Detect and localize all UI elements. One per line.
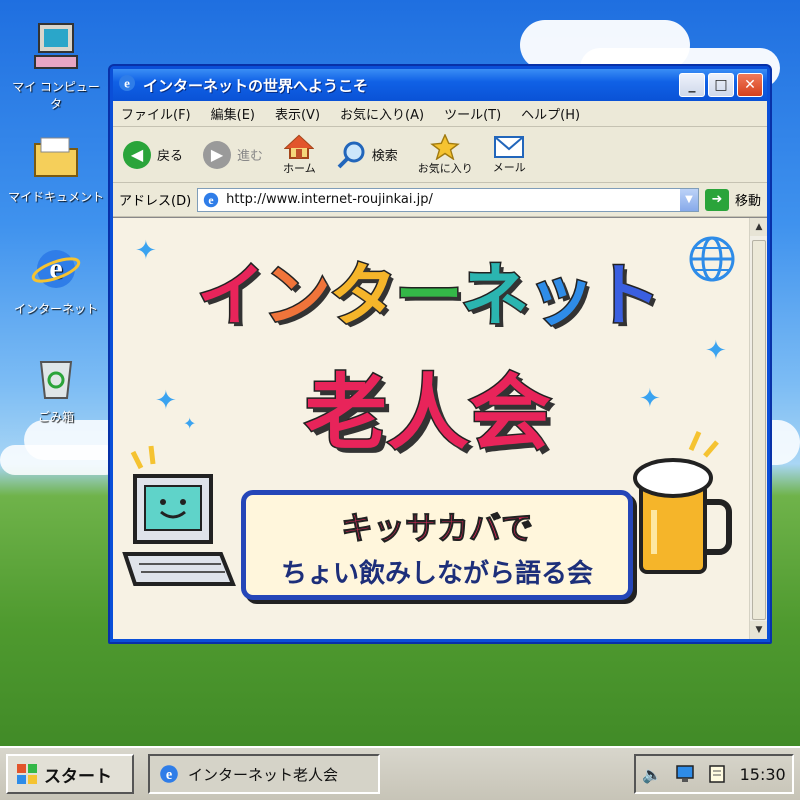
address-label: アドレス(D) (119, 194, 192, 209)
chevron-down-icon[interactable]: ▼ (679, 188, 698, 211)
headline-char: ー (393, 256, 464, 338)
headline-char: ト (592, 256, 663, 338)
go-button-label[interactable]: 移動 (735, 190, 761, 209)
forward-button[interactable]: ▶ 進む (203, 140, 263, 169)
headline-char: タ (327, 256, 398, 338)
menu-file[interactable]: ファイル(F) (121, 104, 191, 123)
start-button[interactable]: スタート (6, 754, 134, 794)
scroll-up-icon[interactable]: ▲ (750, 218, 767, 236)
window-title: インターネットの世界へようこそ (143, 76, 369, 95)
mail-button[interactable]: メール (493, 135, 526, 175)
taskbar-item-internet-roujinkai[interactable]: e インターネット老人会 (148, 754, 380, 794)
internet-explorer-icon: e (160, 765, 178, 783)
internet-explorer-icon: e (31, 244, 81, 294)
search-icon (337, 141, 365, 168)
go-arrow-icon[interactable]: ➜ (704, 188, 729, 211)
folder-icon (31, 132, 81, 182)
banner-line1: キッサカバで (340, 509, 533, 548)
address-url: http://www.internet-roujinkai.jp/ (226, 192, 433, 207)
computer-icon (31, 22, 81, 72)
title-bar[interactable]: e インターネットの世界へようこそ _ □ ✕ (113, 69, 767, 101)
desktop-icon-label: ごみ箱 (37, 410, 74, 424)
menu-bar: ファイル(F) 編集(E) 表示(V) お気に入り(A) ツール(T) ヘルプ(… (113, 101, 767, 127)
windows-logo-icon (17, 764, 37, 784)
browser-window: e インターネットの世界へようこそ _ □ ✕ ファイル(F) 編集(E) 表示… (108, 64, 772, 644)
system-tray: 🔈 15:30 (634, 754, 794, 794)
toolbar: ◀ 戻る ▶ 進む ホーム 検索 お気に入り メール (113, 127, 767, 183)
menu-favorites[interactable]: お気に入り(A) (340, 104, 424, 123)
recycle-bin-icon (31, 352, 81, 402)
menu-edit[interactable]: 編集(E) (211, 104, 255, 123)
taskbar: スタート e インターネット老人会 🔈 15:30 (0, 746, 800, 800)
scroll-down-icon[interactable]: ▼ (750, 621, 767, 639)
address-bar: アドレス(D) e http://www.internet-roujinkai.… (113, 183, 767, 217)
desktop-icon-label: マイドキュメント (8, 190, 105, 204)
mail-icon (494, 135, 525, 158)
headline-char: ン (261, 256, 332, 338)
page-content: ✦ ✦ ✦ ✦ ✦ インターネット 老人会 キッサカバで ちょい飲みしながら語る… (113, 217, 767, 639)
headline-char: イ (195, 256, 266, 338)
clock: 15:30 (739, 764, 786, 784)
menu-view[interactable]: 表示(V) (275, 104, 320, 123)
desktop-icon-my-documents[interactable]: マイドキュメント (8, 132, 104, 205)
home-button[interactable]: ホーム (283, 134, 316, 176)
retro-computer-icon (122, 445, 236, 586)
back-arrow-icon: ◀ (123, 140, 151, 169)
desktop-icon-label: マイ コンピュータ (12, 80, 100, 111)
search-button[interactable]: 検索 (336, 140, 398, 170)
minimize-button[interactable]: _ (679, 73, 705, 97)
headline: インターネット (133, 240, 723, 339)
internet-explorer-icon: e (203, 192, 219, 207)
headline-char: ッ (526, 256, 597, 338)
svg-text:e: e (166, 767, 172, 783)
desktop-icon-internet[interactable]: e インターネット (8, 244, 104, 317)
headline-char: ネ (459, 256, 530, 338)
favorites-button[interactable]: お気に入り (418, 133, 473, 176)
svg-text:e: e (124, 76, 130, 91)
star-icon (430, 133, 461, 160)
vertical-scrollbar[interactable]: ▲ ▼ (749, 218, 767, 639)
beer-mug-icon (633, 430, 732, 574)
menu-tools[interactable]: ツール(T) (444, 104, 501, 123)
notepad-icon[interactable] (707, 764, 727, 784)
desktop-icon-recycle-bin[interactable]: ごみ箱 (8, 352, 104, 425)
banner-line2: ちょい飲みしながら語る会 (280, 559, 593, 589)
scroll-thumb[interactable] (752, 240, 766, 620)
close-button[interactable]: ✕ (737, 73, 763, 97)
event-banner: キッサカバで ちょい飲みしながら語る会 (241, 490, 633, 600)
desktop-icon-label: インターネット (13, 302, 98, 316)
back-button[interactable]: ◀ 戻る (123, 140, 183, 169)
speaker-icon[interactable]: 🔈 (642, 765, 662, 784)
network-icon[interactable] (675, 764, 695, 784)
maximize-button[interactable]: □ (708, 73, 734, 97)
menu-help[interactable]: ヘルプ(H) (521, 104, 580, 123)
desktop-icon-my-computer[interactable]: マイ コンピュータ (8, 22, 104, 112)
address-input[interactable]: e http://www.internet-roujinkai.jp/ ▼ (197, 187, 699, 212)
svg-text:e: e (209, 194, 214, 207)
internet-explorer-icon: e (117, 73, 137, 97)
forward-arrow-icon: ▶ (203, 140, 232, 169)
home-icon (284, 134, 315, 159)
